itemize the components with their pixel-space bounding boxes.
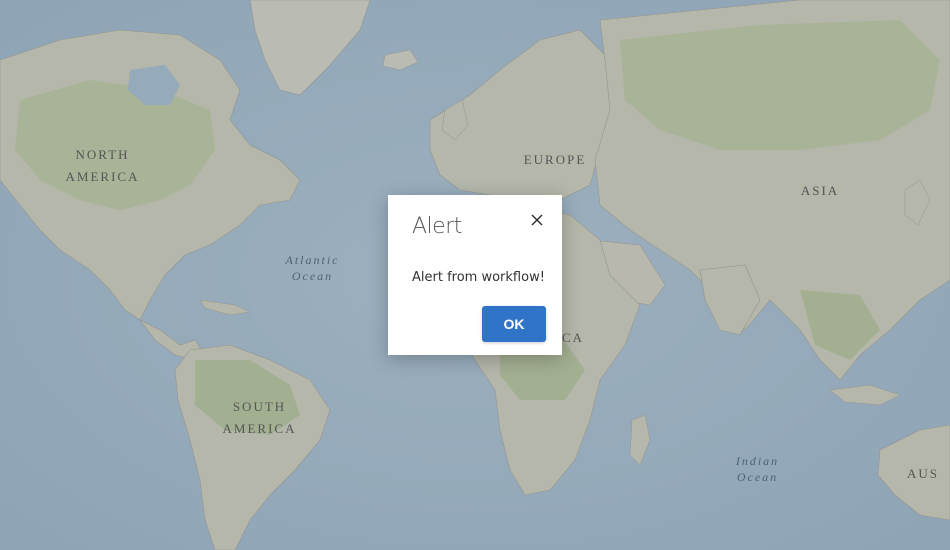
ok-button[interactable]: OK (482, 306, 546, 342)
close-icon[interactable] (528, 211, 546, 229)
map-view[interactable]: NORTH AMERICA EUROPE ASIA SOUTH AMERICA … (0, 0, 950, 550)
dialog-message: Alert from workflow! (412, 270, 545, 285)
dialog-title: Alert (412, 214, 462, 239)
alert-dialog: Alert Alert from workflow! OK (388, 195, 562, 355)
